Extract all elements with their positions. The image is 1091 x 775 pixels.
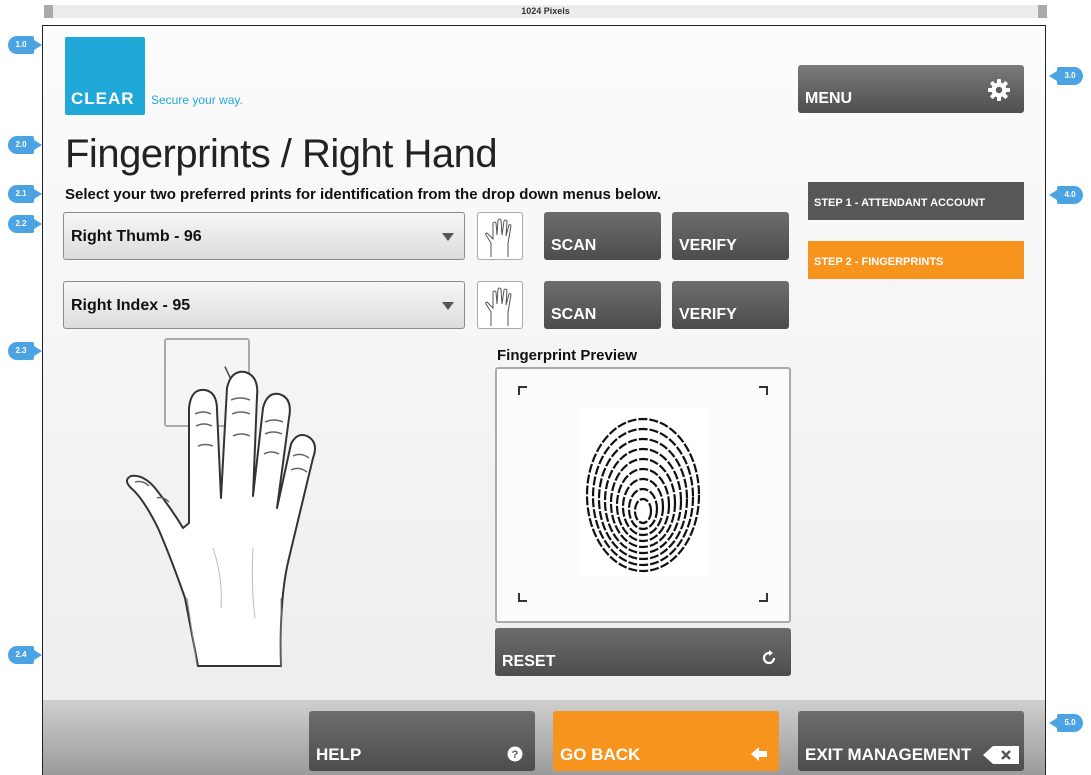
verify-button-2-label: VERIFY: [679, 306, 737, 323]
page-title: Fingerprints / Right Hand: [65, 132, 498, 176]
ruler-right-cap: [1038, 5, 1047, 18]
annotation-badge-2-2: 2.2: [8, 215, 42, 233]
backspace-icon: [983, 746, 1019, 764]
hand-thumbnail-icon: [477, 281, 523, 329]
help-button[interactable]: HELP ?: [309, 711, 535, 771]
annotation-badge-2-1: 2.1: [8, 185, 42, 203]
verify-button-1[interactable]: VERIFY: [672, 212, 789, 260]
gear-icon: [988, 79, 1010, 101]
exit-management-button-label: EXIT MANAGEMENT: [805, 745, 972, 764]
question-icon: ?: [507, 746, 523, 762]
chevron-down-icon: [442, 233, 454, 241]
help-button-label: HELP: [316, 745, 362, 764]
refresh-icon: [762, 650, 776, 665]
arrow-left-icon: [751, 747, 767, 761]
logo-text: CLEAR: [71, 89, 135, 108]
instructions-text: Select your two preferred prints for ide…: [65, 186, 662, 203]
fingerprint-scan-image: [579, 409, 707, 577]
footer-bar: HELP ? GO BACK EXIT MANAGEMENT: [43, 700, 1045, 775]
ruler-label: 1024 Pixels: [521, 6, 570, 16]
scan-button-1[interactable]: SCAN: [544, 212, 661, 260]
svg-text:?: ?: [512, 749, 519, 761]
finger-select-1[interactable]: Right Thumb - 96: [63, 212, 465, 260]
hand-thumbnail-icon: [477, 212, 523, 260]
finger-select-1-value: Right Thumb - 96: [71, 228, 202, 245]
step-2-label: STEP 2 - FINGERPRINTS: [814, 256, 944, 268]
scan-button-1-label: SCAN: [551, 237, 597, 254]
logo-tagline: Secure your way.: [151, 93, 243, 107]
fingerprint-preview-label: Fingerprint Preview: [497, 347, 638, 364]
annotation-badge-2-0: 2.0: [8, 136, 42, 154]
finger-select-2[interactable]: Right Index - 95: [63, 281, 465, 329]
scan-button-2-label: SCAN: [551, 306, 597, 323]
annotation-badge-4-0: 4.0: [1049, 186, 1083, 204]
chevron-down-icon: [442, 302, 454, 310]
step-1-attendant-account[interactable]: STEP 1 - ATTENDANT ACCOUNT: [808, 182, 1024, 220]
menu-button[interactable]: MENU: [798, 65, 1024, 113]
go-back-button-label: GO BACK: [560, 745, 641, 764]
go-back-button[interactable]: GO BACK: [553, 711, 779, 771]
scan-button-2[interactable]: SCAN: [544, 281, 661, 329]
annotation-badge-2-3: 2.3: [8, 342, 42, 360]
reset-button[interactable]: RESET: [495, 628, 791, 676]
step-1-label: STEP 1 - ATTENDANT ACCOUNT: [814, 197, 986, 209]
fingerprint-preview-panel: [495, 367, 791, 623]
verify-button-1-label: VERIFY: [679, 237, 737, 254]
clear-logo: CLEAR: [65, 37, 145, 115]
reset-button-label: RESET: [502, 653, 556, 670]
step-2-fingerprints[interactable]: STEP 2 - FINGERPRINTS: [808, 241, 1024, 279]
verify-button-2[interactable]: VERIFY: [672, 281, 789, 329]
annotation-badge-1-0: 1.0: [8, 36, 42, 54]
app-frame: CLEAR Secure your way. MENU Fingerprints…: [42, 25, 1046, 775]
exit-management-button[interactable]: EXIT MANAGEMENT: [798, 711, 1024, 771]
menu-button-label: MENU: [805, 90, 853, 107]
hand-illustration: [126, 366, 316, 667]
annotation-badge-3-0: 3.0: [1049, 67, 1083, 85]
finger-select-2-value: Right Index - 95: [71, 297, 191, 314]
annotation-badge-5-0: 5.0: [1049, 714, 1083, 732]
pixel-ruler: 1024 Pixels: [44, 5, 1047, 18]
annotation-badge-2-4: 2.4: [8, 646, 42, 664]
